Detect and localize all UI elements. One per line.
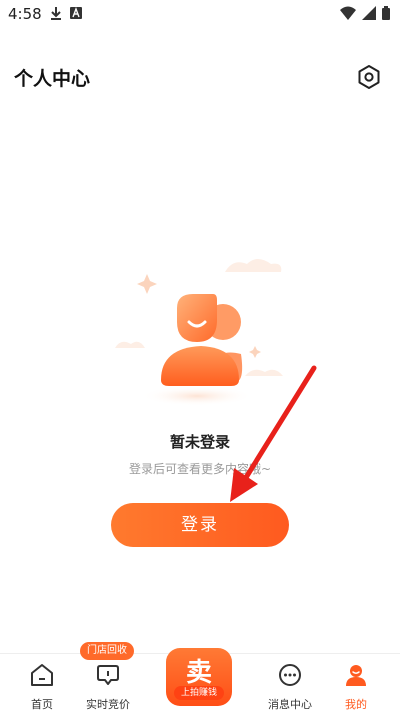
- tab-realtime-bid[interactable]: 实时竞价: [76, 662, 140, 711]
- login-button[interactable]: 登录: [111, 503, 289, 547]
- signal-icon: [362, 6, 376, 20]
- bid-icon: [97, 665, 119, 685]
- user-avatar-illustration: [115, 259, 283, 406]
- download-icon: [51, 7, 61, 20]
- wifi-icon: [340, 6, 356, 20]
- gear-icon[interactable]: [356, 64, 382, 90]
- status-left-icons: [50, 6, 82, 20]
- tab-home[interactable]: 首页: [10, 662, 74, 711]
- tab-label: 我的: [345, 698, 367, 711]
- empty-state-title: 暂未登录: [169, 433, 230, 451]
- notification-a-icon: [70, 7, 82, 19]
- status-right-icons: [340, 6, 390, 20]
- page-title: 个人中心: [14, 68, 91, 90]
- home-icon: [31, 664, 53, 686]
- battery-icon: [382, 6, 390, 20]
- page-header: 个人中心: [0, 56, 400, 96]
- status-bar: 4:58: [0, 0, 400, 28]
- message-icon: [279, 664, 301, 686]
- tab-label: 消息中心: [268, 698, 312, 711]
- tab-label: 实时竞价: [86, 698, 130, 711]
- sell-main-label: 卖: [185, 658, 212, 688]
- sell-sub-label: 上拍赚钱: [174, 686, 224, 700]
- profile-icon: [346, 665, 366, 686]
- status-time: 4:58: [8, 5, 42, 23]
- sell-button[interactable]: 卖 上拍赚钱: [166, 648, 232, 706]
- store-recycle-badge: 门店回收: [80, 642, 134, 660]
- tab-messages[interactable]: 消息中心: [258, 662, 322, 711]
- tab-mine[interactable]: 我的: [324, 662, 388, 711]
- empty-state-description: 登录后可查看更多内容哦~: [128, 462, 272, 476]
- tab-label: 首页: [31, 698, 53, 711]
